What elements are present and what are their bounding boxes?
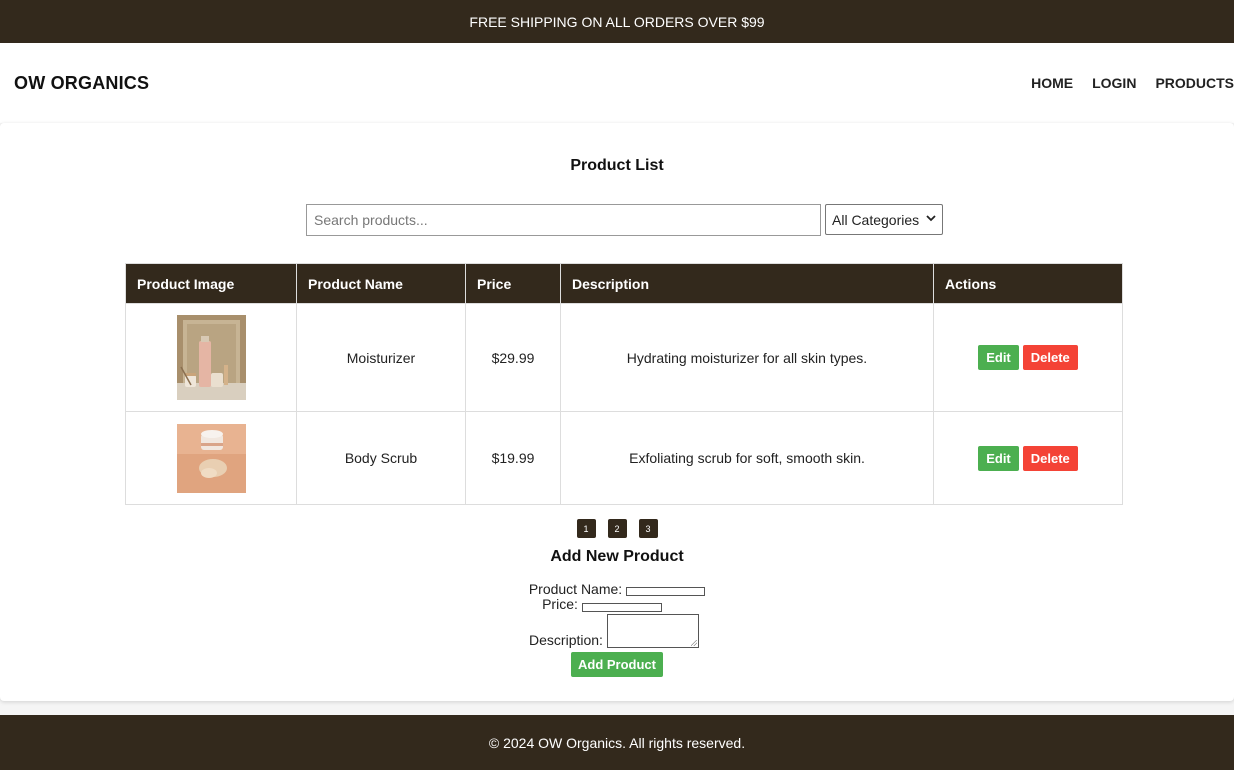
description-label: Description: (529, 632, 603, 648)
edit-button[interactable]: Edit (978, 345, 1019, 370)
product-name-cell: Moisturizer (296, 303, 466, 412)
product-image-moisturizer (176, 315, 246, 400)
product-price-cell: $29.99 (465, 303, 561, 412)
site-header: OW ORGANICS HOME LOGIN PRODUCTS (0, 43, 1234, 123)
products-table: Product Image Product Name Price Descrip… (125, 263, 1123, 505)
search-row: All Categories (306, 204, 943, 236)
product-list-panel: Product List All Categories Product Imag… (0, 123, 1234, 701)
pagination: 1 2 3 (0, 519, 1234, 538)
add-product-button[interactable]: Add Product (571, 652, 663, 677)
col-header-image: Product Image (125, 263, 297, 304)
col-header-actions: Actions (933, 263, 1123, 304)
price-label: Price: (542, 596, 578, 612)
promo-banner: FREE SHIPPING ON ALL ORDERS OVER $99 (0, 0, 1234, 43)
description-field[interactable] (606, 614, 699, 648)
actions-cell: Edit Delete (933, 303, 1123, 412)
price-field[interactable] (581, 603, 662, 612)
page-button-1[interactable]: 1 (576, 519, 596, 538)
product-name-label: Product Name: (528, 581, 623, 597)
page-button-2[interactable]: 2 (607, 519, 627, 538)
table-header-row: Product Image Product Name Price Descrip… (125, 263, 1123, 304)
product-description-cell: Hydrating moisturizer for all skin types… (560, 303, 934, 412)
search-input[interactable] (306, 204, 821, 236)
product-description-cell: Exfoliating scrub for soft, smooth skin. (560, 411, 934, 505)
col-header-price: Price (465, 263, 561, 304)
main-nav: HOME LOGIN PRODUCTS (1031, 43, 1234, 123)
add-product-form: Product Name: Price: Description: Add Pr… (0, 580, 1234, 677)
nav-home-link[interactable]: HOME (1031, 75, 1073, 91)
col-header-name: Product Name (296, 263, 466, 304)
delete-button[interactable]: Delete (1022, 445, 1078, 471)
table-row: Body Scrub $19.99 Exfoliating scrub for … (125, 411, 1123, 505)
product-image-body-scrub (176, 423, 246, 493)
col-header-description: Description (560, 263, 934, 304)
actions-cell: Edit Delete (933, 411, 1123, 505)
product-image-cell (125, 411, 297, 505)
page-button-3[interactable]: 3 (638, 519, 658, 538)
add-product-title: Add New Product (550, 548, 684, 565)
product-price-cell: $19.99 (465, 411, 561, 505)
product-name-cell: Body Scrub (296, 411, 466, 505)
chevron-down-icon (926, 214, 936, 225)
category-select[interactable]: All Categories (825, 204, 943, 235)
site-logo[interactable]: OW ORGANICS (14, 73, 149, 94)
category-select-value: All Categories (832, 211, 920, 228)
delete-button[interactable]: Delete (1022, 345, 1078, 370)
page-title: Product List (570, 157, 664, 174)
site-footer: © 2024 OW Organics. All rights reserved. (0, 715, 1234, 770)
product-name-field[interactable] (626, 587, 706, 596)
copyright-text: © 2024 OW Organics. All rights reserved. (488, 734, 746, 751)
promo-text: FREE SHIPPING ON ALL ORDERS OVER $99 (469, 13, 765, 30)
nav-login-link[interactable]: LOGIN (1092, 75, 1136, 91)
product-image-cell (125, 303, 297, 412)
table-row: Moisturizer $29.99 Hydrating moisturizer… (125, 303, 1123, 412)
nav-products-link[interactable]: PRODUCTS (1155, 75, 1234, 91)
edit-button[interactable]: Edit (978, 445, 1019, 471)
